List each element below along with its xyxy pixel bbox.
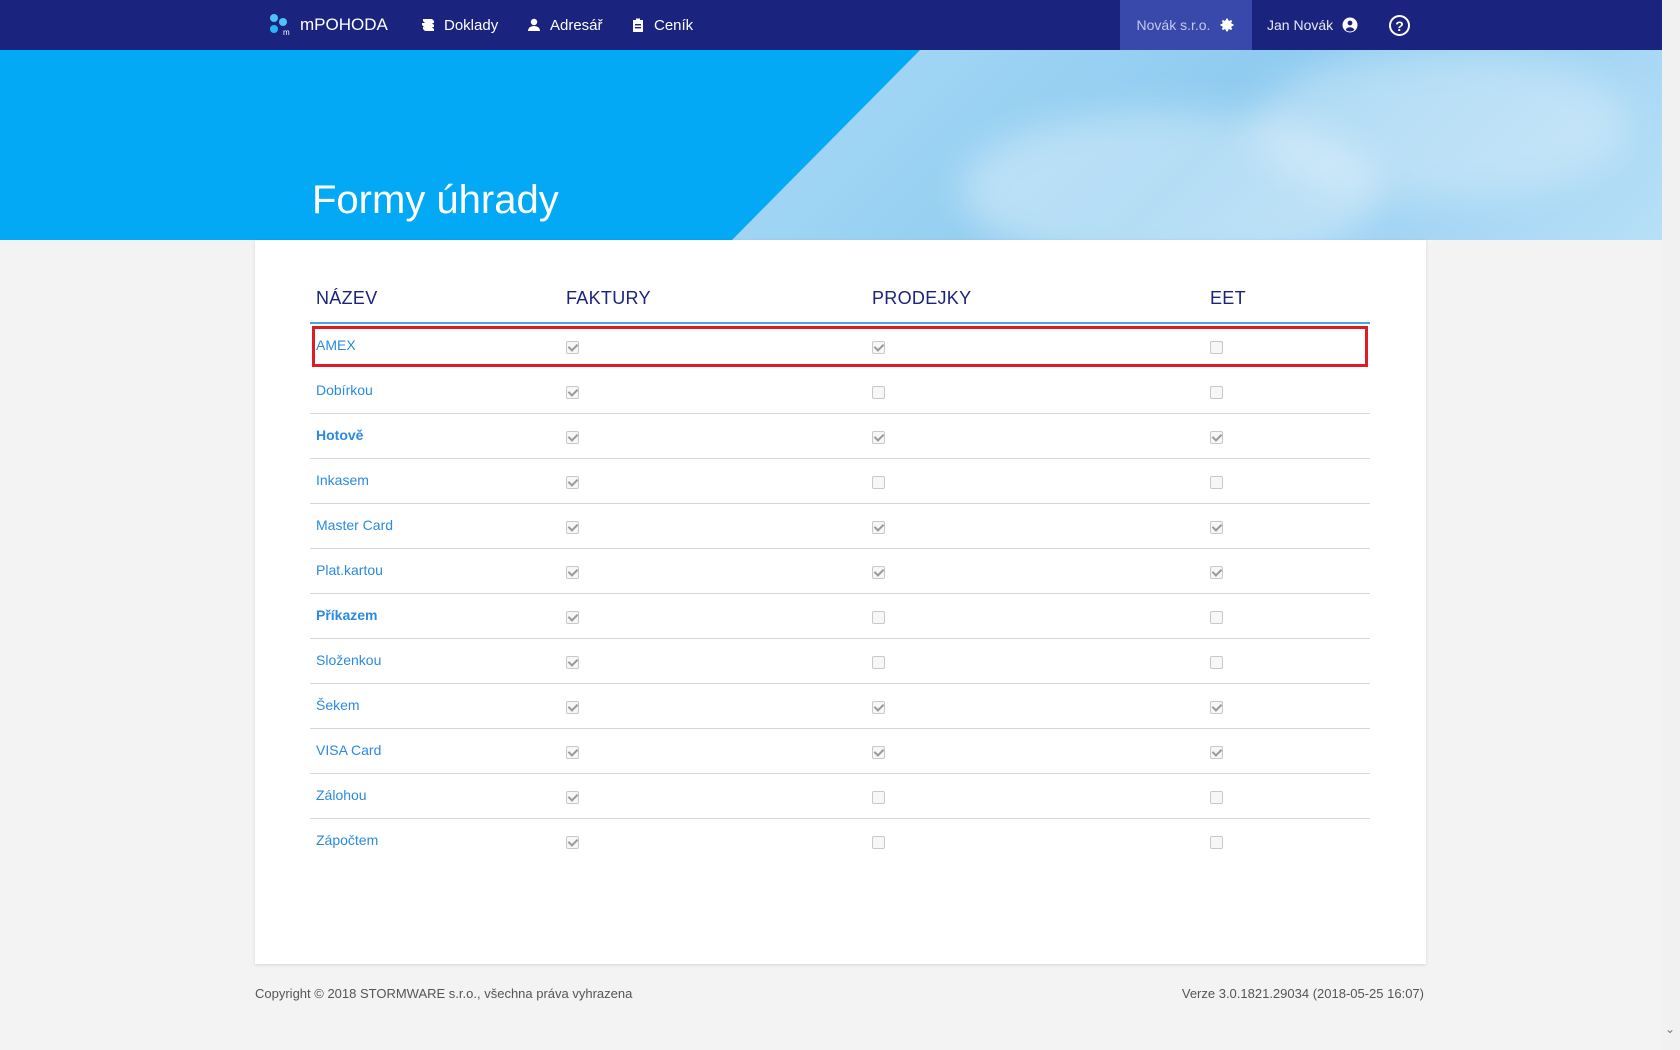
faktury-checkbox <box>566 521 579 534</box>
faktury-checkbox <box>566 386 579 399</box>
prodejky-checkbox <box>872 341 885 354</box>
faktury-checkbox <box>566 431 579 444</box>
eet-checkbox <box>1210 476 1223 489</box>
faktury-checkbox <box>566 746 579 759</box>
prodejky-checkbox <box>872 701 885 714</box>
payment-form-name[interactable]: Příkazem <box>316 607 377 623</box>
copyright-text: Copyright © 2018 STORMWARE s.r.o., všech… <box>255 986 633 1001</box>
payment-form-name[interactable]: Dobírkou <box>316 382 373 398</box>
payment-form-name[interactable]: AMEX <box>316 337 356 353</box>
payment-form-name[interactable]: Master Card <box>316 517 393 533</box>
prodejky-checkbox <box>872 431 885 444</box>
nav-item-label: Doklady <box>444 16 499 34</box>
prodejky-checkbox <box>872 521 885 534</box>
payment-form-name[interactable]: Hotově <box>316 427 363 443</box>
help-icon[interactable]: ? <box>1389 15 1410 36</box>
faktury-checkbox <box>566 701 579 714</box>
table-row[interactable]: Dobírkou <box>310 369 1370 414</box>
content-card: NÁZEV FAKTURY PRODEJKY EET AMEX Dobírkou H… <box>255 240 1426 964</box>
faktury-checkbox <box>566 791 579 804</box>
prodejky-checkbox <box>872 611 885 624</box>
eet-checkbox <box>1210 656 1223 669</box>
version-text: Verze 3.0.1821.29034 (2018-05-25 16:07) <box>1181 986 1424 1001</box>
brand[interactable]: m mPOHODA <box>268 0 388 50</box>
person-icon <box>528 18 540 31</box>
nav-item-adresar[interactable]: Adresář <box>526 0 603 50</box>
column-header-faktury: FAKTURY <box>566 288 651 308</box>
account-circle-icon <box>1342 17 1358 33</box>
table-row[interactable]: Zápočtem <box>310 819 1370 864</box>
payment-form-name[interactable]: Inkasem <box>316 472 369 488</box>
column-header-nazev: NÁZEV <box>316 288 378 308</box>
nav-item-label: Ceník <box>654 16 694 34</box>
payment-form-name[interactable]: Plat.kartou <box>316 562 383 578</box>
table-row[interactable]: Zálohou <box>310 774 1370 819</box>
table-body: AMEX Dobírkou Hotově Inkasem Master Card Plat… <box>310 324 1370 864</box>
faktury-checkbox <box>566 476 579 489</box>
eet-checkbox <box>1210 701 1223 714</box>
prodejky-checkbox <box>872 656 885 669</box>
prodejky-checkbox <box>872 791 885 804</box>
table-row[interactable]: Hotově <box>310 414 1370 459</box>
table-row[interactable]: Master Card <box>310 504 1370 549</box>
nav-item-label: Adresář <box>550 16 603 34</box>
eet-checkbox <box>1210 746 1223 759</box>
eet-checkbox <box>1210 836 1223 849</box>
faktury-checkbox <box>566 836 579 849</box>
nav-item-cenik[interactable]: Ceník <box>630 0 693 50</box>
mpohoda-logo-icon: m <box>268 13 292 37</box>
payment-form-name[interactable]: Zálohou <box>316 787 367 803</box>
prodejky-checkbox <box>872 386 885 399</box>
table-row[interactable]: Příkazem <box>310 594 1370 639</box>
column-header-prodejky: PRODEJKY <box>872 288 972 308</box>
prodejky-checkbox <box>872 836 885 849</box>
scrollbar[interactable] <box>1662 0 1680 1050</box>
top-navbar: m mPOHODA Doklady Adresář Ceník Novák s.… <box>0 0 1662 50</box>
help-label: ? <box>1395 17 1404 34</box>
eet-checkbox <box>1210 341 1223 354</box>
prodejky-checkbox <box>872 476 885 489</box>
company-selector[interactable]: Novák s.r.o. <box>1120 0 1252 50</box>
eet-checkbox <box>1210 791 1223 804</box>
page-title: Formy úhrady <box>312 178 559 222</box>
company-name: Novák s.r.o. <box>1136 17 1211 33</box>
documents-icon <box>422 19 434 31</box>
user-menu[interactable]: Jan Novák <box>1267 0 1358 50</box>
scroll-down-icon[interactable]: ⌄ <box>1665 1022 1675 1036</box>
payment-form-name[interactable]: Šekem <box>316 697 360 713</box>
table-row[interactable]: Plat.kartou <box>310 549 1370 594</box>
eet-checkbox <box>1210 386 1223 399</box>
faktury-checkbox <box>566 341 579 354</box>
faktury-checkbox <box>566 611 579 624</box>
table-row[interactable]: VISA Card <box>310 729 1370 774</box>
table-row[interactable]: Složenkou <box>310 639 1370 684</box>
table-header: NÁZEV FAKTURY PRODEJKY EET <box>310 284 1370 324</box>
eet-checkbox <box>1210 521 1223 534</box>
payment-form-name[interactable]: Složenkou <box>316 652 381 668</box>
prodejky-checkbox <box>872 566 885 579</box>
hero-banner: Formy úhrady <box>0 50 1680 240</box>
payment-form-name[interactable]: VISA Card <box>316 742 381 758</box>
gear-icon <box>1220 18 1234 32</box>
user-name: Jan Novák <box>1267 17 1334 33</box>
payment-form-name[interactable]: Zápočtem <box>316 832 378 848</box>
clipboard-icon <box>633 18 643 32</box>
eet-checkbox <box>1210 431 1223 444</box>
eet-checkbox <box>1210 566 1223 579</box>
table-row[interactable]: Inkasem <box>310 459 1370 504</box>
table-row[interactable]: AMEX <box>310 324 1370 369</box>
faktury-checkbox <box>566 566 579 579</box>
brand-label: mPOHODA <box>300 15 388 34</box>
nav-item-doklady[interactable]: Doklady <box>420 0 498 50</box>
column-header-eet: EET <box>1210 288 1246 308</box>
svg-text:m: m <box>283 28 290 37</box>
prodejky-checkbox <box>872 746 885 759</box>
table-row[interactable]: Šekem <box>310 684 1370 729</box>
eet-checkbox <box>1210 611 1223 624</box>
faktury-checkbox <box>566 656 579 669</box>
hero-blue-shape <box>0 50 920 240</box>
payment-forms-table: NÁZEV FAKTURY PRODEJKY EET AMEX Dobírkou H… <box>310 284 1370 864</box>
